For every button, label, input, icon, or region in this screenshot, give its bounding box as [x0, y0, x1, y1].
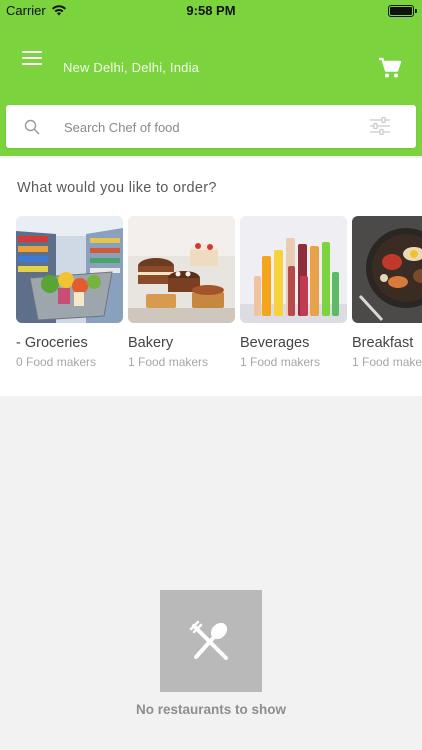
- empty-state: No restaurants to show: [0, 590, 422, 717]
- menu-icon[interactable]: [22, 51, 42, 65]
- category-groceries[interactable]: - Groceries 0 Food makers: [16, 216, 123, 369]
- search-bar: [6, 105, 416, 148]
- search-input[interactable]: [64, 115, 354, 139]
- category-breakfast[interactable]: Breakfast 1 Food makers: [352, 216, 422, 369]
- category-count: 1 Food makers: [352, 355, 422, 369]
- category-count: 0 Food makers: [16, 355, 97, 369]
- location-label[interactable]: New Delhi, Delhi, India: [63, 60, 199, 75]
- category-name: Breakfast: [352, 335, 414, 351]
- category-beverages[interactable]: Beverages 1 Food makers: [240, 216, 347, 369]
- category-count: 1 Food makers: [128, 355, 209, 369]
- search-icon: [24, 119, 40, 135]
- category-image-groceries: [16, 216, 123, 323]
- empty-state-image: [160, 590, 262, 692]
- status-time: 9:58 PM: [186, 3, 236, 18]
- category-image-breakfast: [352, 216, 422, 323]
- category-bakery[interactable]: Bakery 1 Food makers: [128, 216, 235, 369]
- battery-icon: [388, 5, 417, 17]
- category-image-bakery: [128, 216, 235, 323]
- utensils-icon: [189, 620, 228, 660]
- filter-icon[interactable]: [370, 117, 390, 135]
- category-name: - Groceries: [16, 335, 88, 351]
- category-name: Beverages: [240, 335, 310, 351]
- category-name: Bakery: [128, 335, 174, 351]
- category-carousel[interactable]: - Groceries 0 Food makers Bakery 1 Food …: [16, 216, 422, 376]
- category-count: 1 Food makers: [240, 355, 321, 369]
- categories-section: What would you like to order? - Grocerie…: [0, 158, 422, 396]
- empty-state-message: No restaurants to show: [135, 702, 287, 717]
- status-bar: Carrier 9:58 PM: [0, 0, 422, 22]
- section-title: What would you like to order?: [17, 180, 217, 196]
- category-image-beverages: [240, 216, 347, 323]
- cart-icon[interactable]: [378, 57, 402, 79]
